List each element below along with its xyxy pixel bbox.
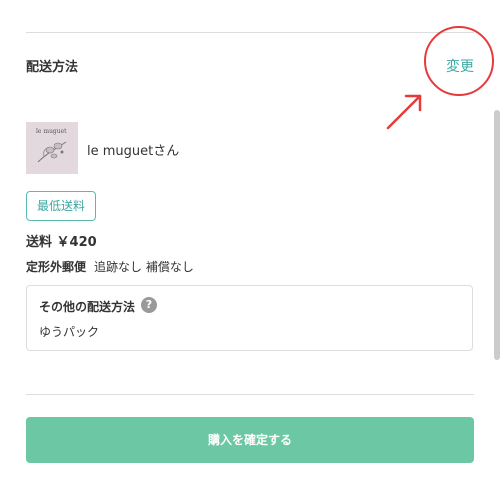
purchase-confirmation-page: 配送方法 変更 le muguet le muguetさん 最低送料 送料 ￥4… [0,0,500,500]
shipping-fee: 送料 ￥420 [26,235,97,250]
confirm-purchase-button[interactable]: 購入を確定する [26,417,474,463]
bottom-divider [26,394,474,395]
shipping-section-title: 配送方法 [26,60,79,75]
seller-thumbnail: le muguet [26,122,78,174]
other-shipping-method-option[interactable]: ゆうパック [39,323,99,340]
other-shipping-methods-box[interactable]: その他の配送方法 ? ゆうパック [26,285,473,351]
flower-illustration-icon [37,141,67,163]
shipping-method-note: 追跡なし 補償なし [94,260,194,274]
other-shipping-methods-title: その他の配送方法 [39,300,136,314]
scrollbar[interactable] [494,110,500,360]
lowest-shipping-badge: 最低送料 [26,191,96,221]
question-circle-icon[interactable]: ? [141,297,157,313]
seller-name: le muguetさん [87,144,180,159]
shipping-method-name: 定形外郵便 [26,260,87,274]
top-divider [26,32,474,33]
shipping-method: 定形外郵便 追跡なし 補償なし [26,258,194,275]
annotation-arrow-icon [386,94,422,130]
annotation-circle [424,26,494,96]
